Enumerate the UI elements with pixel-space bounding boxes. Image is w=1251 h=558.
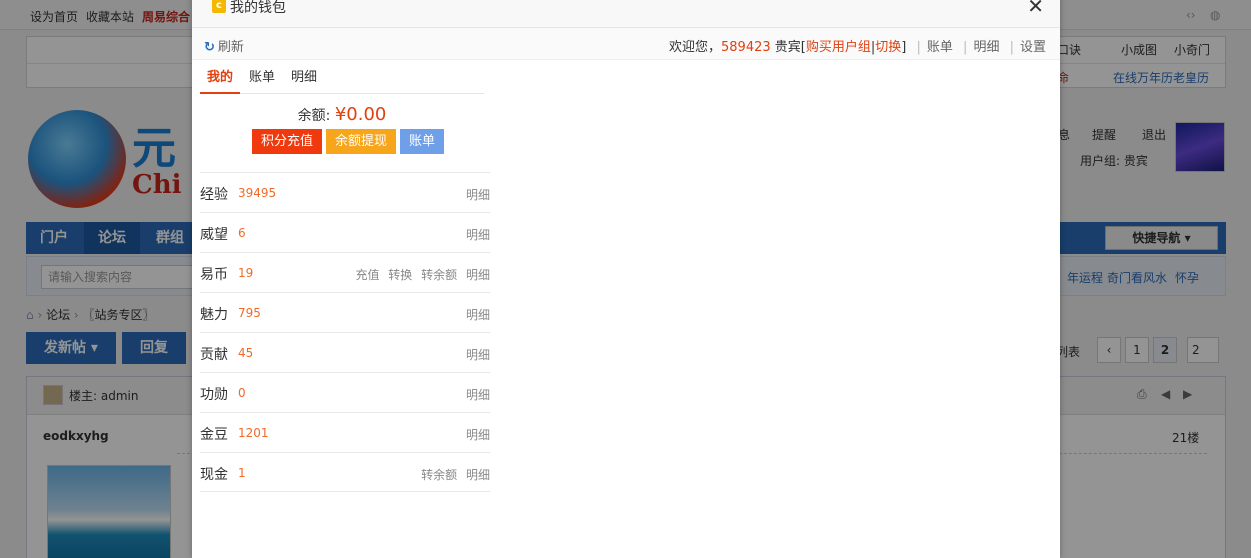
tab-detail[interactable]: 明细 — [284, 66, 324, 94]
list-item: 贡献 45 明细 — [200, 332, 490, 372]
balance-display: 余额: ¥0.00 — [200, 104, 484, 125]
toolbar-right: 欢迎您，589423 贵宾[购买用户组|切换] | 账单 | 明细 | 设置 — [668, 40, 1046, 55]
switch-link[interactable]: 切换 — [875, 40, 901, 55]
credit-label: 贡献 — [200, 347, 228, 363]
credit-list: 经验 39495 明细 威望 6 明细 易币 19 充值 转换 转余额 明细 魅… — [200, 172, 490, 492]
dialog-title: 我的钱包 — [230, 0, 286, 16]
recharge-link[interactable]: 充值 — [355, 268, 379, 282]
bill-button[interactable]: 账单 — [400, 129, 445, 154]
detail-link[interactable]: 明细 — [466, 188, 490, 202]
close-icon[interactable]: ✕ — [1027, 0, 1044, 16]
credit-label: 现金 — [200, 467, 228, 483]
credit-label: 经验 — [200, 187, 228, 203]
credit-label: 易币 — [200, 267, 228, 283]
welcome-text: 欢迎您， — [668, 40, 721, 55]
credit-value: 39495 — [238, 186, 277, 200]
credit-label: 金豆 — [200, 427, 228, 443]
list-item: 经验 39495 明细 — [200, 172, 490, 212]
convert-link[interactable]: 转换 — [388, 268, 412, 282]
credit-value: 1201 — [238, 426, 269, 440]
detail-link[interactable]: 明细 — [466, 468, 490, 482]
list-item: 金豆 1201 明细 — [200, 412, 490, 452]
detail-link[interactable]: 明细 — [466, 228, 490, 242]
buy-usergroup-link[interactable]: 购买用户组 — [806, 40, 871, 55]
detail-link[interactable]: 明细 — [466, 428, 490, 442]
credit-value: 0 — [238, 386, 246, 400]
tab-mine[interactable]: 我的 — [200, 66, 241, 94]
credit-label: 魅力 — [200, 307, 228, 323]
detail-link[interactable]: 明细 — [466, 268, 490, 282]
wallet-dialog: c 我的钱包 ✕ ↻ 刷新 欢迎您，589423 贵宾[购买用户组|切换] | 账单… — [192, 0, 1060, 558]
credit-value: 45 — [238, 346, 254, 360]
credit-value: 1 — [238, 466, 246, 480]
toolbar-settings-link[interactable]: 设置 — [1020, 40, 1046, 55]
credit-value: 6 — [238, 226, 246, 240]
list-item: 威望 6 明细 — [200, 212, 490, 252]
credit-value: 795 — [238, 306, 261, 320]
tab-bill[interactable]: 账单 — [242, 66, 282, 94]
user-name: 贵宾[ — [774, 40, 806, 55]
refresh-icon: ↻ — [204, 40, 215, 55]
list-item: 现金 1 转余额 明细 — [200, 452, 490, 492]
balance-label: 余额: — [297, 108, 335, 124]
list-item: 功勋 0 明细 — [200, 372, 490, 412]
to-balance-link[interactable]: 转余额 — [421, 468, 457, 482]
list-item: 易币 19 充值 转换 转余额 明细 — [200, 252, 490, 292]
refresh-button[interactable]: ↻ 刷新 — [204, 36, 244, 55]
user-id: 589423 — [721, 40, 771, 55]
detail-link[interactable]: 明细 — [466, 348, 490, 362]
toolbar-detail-link[interactable]: 明细 — [973, 40, 999, 55]
dialog-toolbar: ↻ 刷新 欢迎您，589423 贵宾[购买用户组|切换] | 账单 | 明细 | 设置 — [192, 28, 1060, 60]
wallet-icon: c — [212, 0, 226, 13]
credit-label: 威望 — [200, 227, 228, 243]
refresh-label: 刷新 — [217, 40, 244, 55]
detail-link[interactable]: 明细 — [466, 308, 490, 322]
withdraw-button[interactable]: 余额提现 — [326, 129, 397, 154]
dialog-title-bar: c 我的钱包 ✕ — [192, 0, 1060, 28]
wallet-tabs: 我的 账单 明细 — [200, 66, 484, 94]
toolbar-bill-link[interactable]: 账单 — [927, 40, 953, 55]
balance-amount: ¥0.00 — [334, 104, 387, 125]
credit-label: 功勋 — [200, 387, 228, 403]
wallet-actions: 积分充值 余额提现 账单 — [252, 129, 448, 154]
credit-value: 19 — [238, 266, 254, 280]
detail-link[interactable]: 明细 — [466, 388, 490, 402]
list-item: 魅力 795 明细 — [200, 292, 490, 332]
to-balance-link[interactable]: 转余额 — [421, 268, 457, 282]
recharge-button[interactable]: 积分充值 — [252, 129, 323, 154]
close-bracket: ] — [901, 40, 907, 55]
